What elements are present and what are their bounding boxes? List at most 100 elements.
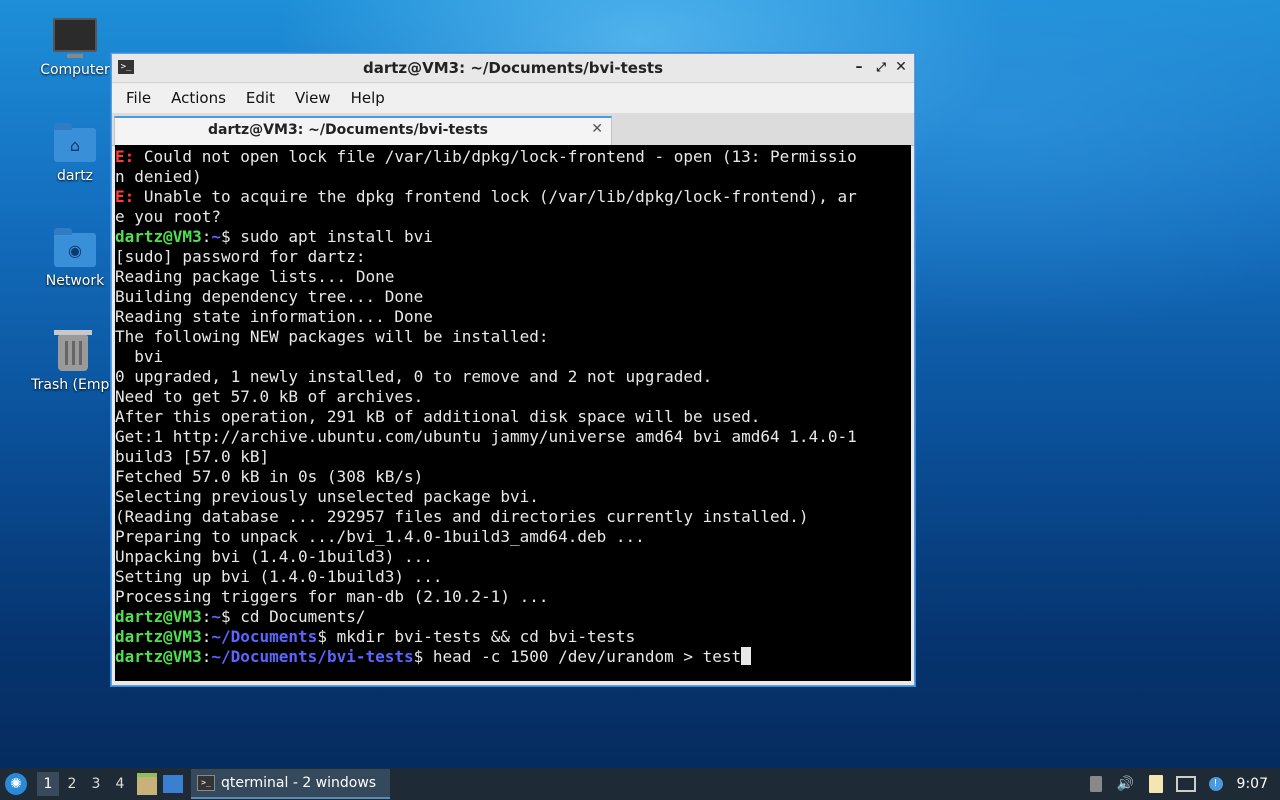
terminal-user-text: dartz@VM3 xyxy=(115,607,202,626)
tab-label: dartz@VM3: ~/Documents/bvi-tests xyxy=(207,122,489,138)
menu-file[interactable]: File xyxy=(116,89,161,107)
terminal-text-segment: Unable to acquire the dpkg frontend lock… xyxy=(134,187,857,206)
trash-icon xyxy=(54,330,92,371)
clipboard-icon[interactable] xyxy=(1085,773,1107,795)
close-button[interactable]: ✕ xyxy=(892,58,910,76)
terminal-text-segment: Get:1 http://archive.ubuntu.com/ubuntu j… xyxy=(115,427,857,446)
terminal-text-segment: Processing triggers for man-db (2.10.2-1… xyxy=(115,587,549,606)
terminal-text-segment: Reading package lists... Done xyxy=(115,267,395,286)
tab-close-icon[interactable]: ✕ xyxy=(591,121,603,137)
terminal-line: Setting up bvi (1.4.0-1build3) ... xyxy=(115,567,857,587)
menu-actions[interactable]: Actions xyxy=(161,89,236,107)
system-tray: 🔊 ! 9:07 xyxy=(1085,768,1280,800)
terminal-line: n denied) xyxy=(115,167,857,187)
terminal-text-segment: : xyxy=(201,227,212,246)
network-icon[interactable] xyxy=(1175,773,1197,795)
terminal-line: Processing triggers for man-db (2.10.2-1… xyxy=(115,587,857,607)
terminal-line: dartz@VM3:~/Documents/bvi-tests$ head -c… xyxy=(115,647,857,667)
file-manager-launcher-icon[interactable] xyxy=(137,773,157,795)
terminal-path-text: ~ xyxy=(211,607,221,626)
file-manager-icon[interactable] xyxy=(1145,773,1167,795)
show-desktop-icon[interactable] xyxy=(163,775,183,793)
terminal-path-text: ~/Documents xyxy=(211,627,318,646)
terminal-text-segment: n denied) xyxy=(115,167,202,186)
notification-icon[interactable]: ! xyxy=(1205,773,1227,795)
volume-icon[interactable]: 🔊 xyxy=(1115,773,1137,795)
terminal-text-segment: $ mkdir bvi-tests && cd bvi-tests xyxy=(317,627,636,646)
terminal-line: Building dependency tree... Done xyxy=(115,287,857,307)
terminal-user-text: dartz@VM3 xyxy=(115,227,202,246)
terminal-line: Fetched 57.0 kB in 0s (308 kB/s) xyxy=(115,467,857,487)
desktop-icon-label: dartz xyxy=(56,168,94,184)
terminal-line: Unpacking bvi (1.4.0-1build3) ... xyxy=(115,547,857,567)
menu-bar: File Actions Edit View Help xyxy=(112,83,914,113)
terminal-err-text: E: xyxy=(115,187,135,206)
terminal-text: E: Could not open lock file /var/lib/dpk… xyxy=(115,147,857,667)
desktop-icon-computer[interactable]: Computer xyxy=(30,18,120,78)
desktop-icon-home[interactable]: ⌂ dartz xyxy=(30,123,120,184)
workspace-1[interactable]: 1 xyxy=(37,772,59,796)
terminal-line: The following NEW packages will be insta… xyxy=(115,327,857,347)
terminal-text-segment: : xyxy=(201,607,212,626)
start-menu-icon[interactable]: ✺ xyxy=(5,773,27,795)
terminal-line: Selecting previously unselected package … xyxy=(115,487,857,507)
terminal-text-segment: Setting up bvi (1.4.0-1build3) ... xyxy=(115,567,443,586)
terminal-line: dartz@VM3:~$ sudo apt install bvi xyxy=(115,227,857,247)
terminal-text-segment: Reading state information... Done xyxy=(115,307,433,326)
terminal-text-segment: 0 upgraded, 1 newly installed, 0 to remo… xyxy=(115,367,713,386)
terminal-user-text: dartz@VM3 xyxy=(115,627,202,646)
task-label: qterminal - 2 windows xyxy=(221,775,377,791)
terminal-text-segment: Need to get 57.0 kB of archives. xyxy=(115,387,424,406)
terminal-text-segment: : xyxy=(201,627,212,646)
terminal-err-text: E: xyxy=(115,147,135,166)
workspace-3[interactable]: 3 xyxy=(85,772,107,796)
terminal-cursor xyxy=(741,647,752,665)
terminal-line: e you root? xyxy=(115,207,857,227)
terminal-path-text: ~/Documents/bvi-tests xyxy=(211,647,414,666)
terminal-line: E: Unable to acquire the dpkg frontend l… xyxy=(115,187,857,207)
terminal-text-segment: e you root? xyxy=(115,207,221,226)
terminal-text-segment: : xyxy=(201,647,212,666)
terminal-text-segment: Could not open lock file /var/lib/dpkg/l… xyxy=(134,147,857,166)
taskbar-task-qterminal[interactable]: >_ qterminal - 2 windows xyxy=(191,769,391,799)
terminal-line: Reading package lists... Done xyxy=(115,267,857,287)
terminal-text-segment: (Reading database ... 292957 files and d… xyxy=(115,507,809,526)
window-titlebar[interactable]: >_ dartz@VM3: ~/Documents/bvi-tests – ⤢ … xyxy=(112,54,914,83)
desktop-icon-network[interactable]: ◉ Network xyxy=(30,228,120,289)
terminal-line: After this operation, 291 kB of addition… xyxy=(115,407,857,427)
terminal-line: dartz@VM3:~$ cd Documents/ xyxy=(115,607,857,627)
terminal-text-segment: Selecting previously unselected package … xyxy=(115,487,539,506)
workspace-4[interactable]: 4 xyxy=(109,772,131,796)
menu-help[interactable]: Help xyxy=(341,89,395,107)
desktop-icon-trash[interactable]: Trash (Empt xyxy=(28,330,118,393)
menu-view[interactable]: View xyxy=(285,89,341,107)
terminal-line: E: Could not open lock file /var/lib/dpk… xyxy=(115,147,857,167)
terminal-line: bvi xyxy=(115,347,857,367)
terminal-text-segment: $ sudo apt install bvi xyxy=(220,227,433,246)
terminal-text-segment: bvi xyxy=(115,347,164,366)
maximize-button[interactable]: ⤢ xyxy=(872,58,890,76)
terminal-text-segment: $ head -c 1500 /dev/urandom > test xyxy=(413,647,742,666)
minimize-button[interactable]: – xyxy=(850,58,868,76)
tab-bar: dartz@VM3: ~/Documents/bvi-tests ✕ xyxy=(112,113,914,147)
tab-terminal[interactable]: dartz@VM3: ~/Documents/bvi-tests ✕ xyxy=(114,116,612,147)
terminal-window[interactable]: >_ dartz@VM3: ~/Documents/bvi-tests – ⤢ … xyxy=(111,53,915,686)
window-title: dartz@VM3: ~/Documents/bvi-tests xyxy=(362,59,664,77)
terminal-text-segment: Fetched 57.0 kB in 0s (308 kB/s) xyxy=(115,467,424,486)
terminal-text-segment: Unpacking bvi (1.4.0-1build3) ... xyxy=(115,547,433,566)
terminal-path-text: ~ xyxy=(211,227,221,246)
clock[interactable]: 9:07 xyxy=(1237,776,1268,792)
terminal-line: build3 [57.0 kB] xyxy=(115,447,857,467)
terminal-line: Need to get 57.0 kB of archives. xyxy=(115,387,857,407)
terminal-line: [sudo] password for dartz: xyxy=(115,247,857,267)
workspace-2[interactable]: 2 xyxy=(61,772,83,796)
terminal-text-segment: The following NEW packages will be insta… xyxy=(115,327,549,346)
home-folder-icon: ⌂ xyxy=(54,123,96,162)
terminal-text-segment: [sudo] password for dartz: xyxy=(115,247,366,266)
terminal-text-segment: $ cd Documents/ xyxy=(220,607,366,626)
terminal-output[interactable]: E: Could not open lock file /var/lib/dpk… xyxy=(115,145,911,681)
terminal-line: (Reading database ... 292957 files and d… xyxy=(115,507,857,527)
network-folder-icon: ◉ xyxy=(54,228,96,267)
desktop-icon-label: Network xyxy=(45,273,105,289)
menu-edit[interactable]: Edit xyxy=(236,89,285,107)
